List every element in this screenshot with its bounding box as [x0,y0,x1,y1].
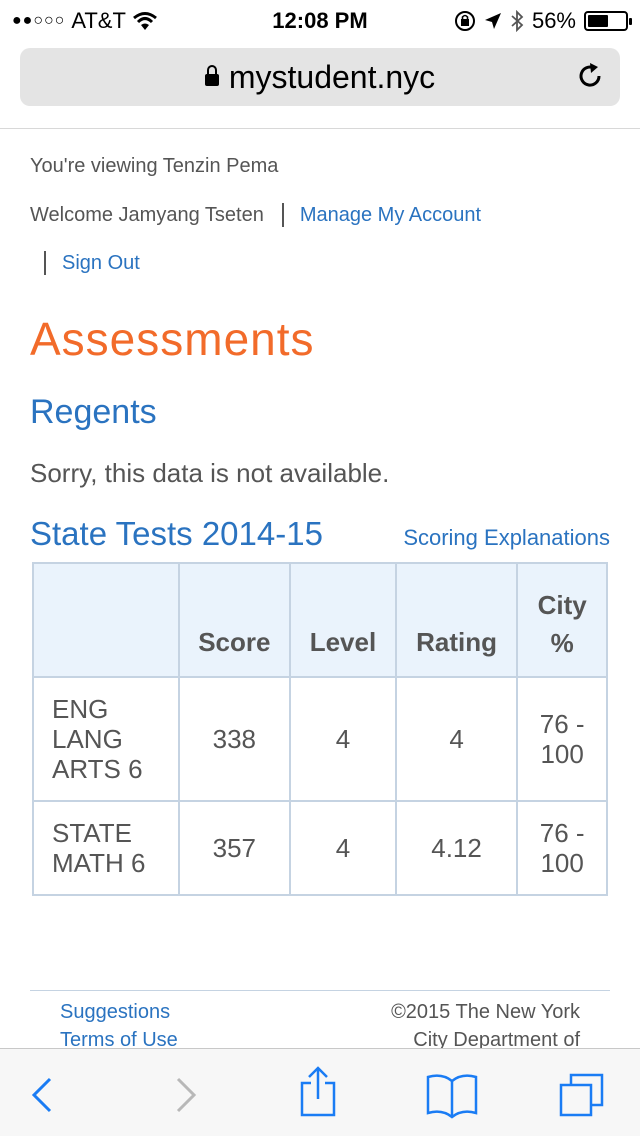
test-name-line: MATH 6 [52,848,146,878]
page-title: Assessments [30,313,315,365]
copyright-line: ©2015 The New York [391,1001,580,1023]
test-name-line: LANG [52,724,123,754]
header-rating: Rating [394,562,519,678]
score-cell: 338 [177,676,292,802]
footer-links: Suggestions Terms of Use [60,998,178,1054]
battery-level [588,15,608,27]
manage-account-link[interactable]: Manage My Account [300,204,481,227]
regents-heading: Regents [30,393,157,431]
table-row: STATE MATH 6 357 4 4.12 76 -100 [32,800,608,896]
footer-divider [30,990,610,991]
status-right: 56% [454,8,632,34]
browser-toolbar [0,1048,640,1136]
orientation-lock-icon [454,11,475,31]
battery-percent: 56% [531,8,576,33]
share-icon[interactable] [294,1065,342,1119]
header-city-line1: City [537,590,587,620]
rating-cell: 4 [394,676,519,802]
test-name-line: STATE [52,818,132,848]
scoring-explanations-link[interactable]: Scoring Explanations [403,525,610,551]
header-city-percent: City% [516,562,608,678]
copyright-text: ©2015 The New York City Department of [391,998,580,1054]
chevron-left-icon[interactable] [20,1071,68,1119]
suggestions-link[interactable]: Suggestions [60,998,178,1026]
city-percent-cell: 76 -100 [516,676,608,802]
url-display[interactable]: mystudent.nyc [20,59,620,96]
viewing-student-text: You're viewing Tenzin Pema [30,155,279,177]
level-cell: 4 [289,676,397,802]
level-cell: 4 [289,800,397,896]
header-level: Level [289,562,397,678]
tabs-icon[interactable] [558,1071,606,1119]
address-bar[interactable]: mystudent.nyc [20,48,620,106]
battery-icon [584,11,632,31]
state-tests-heading: State Tests 2014-15 [30,515,323,552]
header-divider [0,128,640,129]
state-tests-table: Score Level Rating City% ENG LANG ARTS 6 3… [32,562,608,896]
city-percent-line: 100 [540,739,584,769]
separator [281,203,284,227]
lock-icon [204,65,219,86]
url-text: mystudent.nyc [228,59,436,95]
city-percent-line: 100 [540,848,584,878]
rating-cell: 4.12 [394,800,519,896]
status-bar: ●●○○○ AT&T 12:08 PM 56% [0,0,640,40]
city-percent-line: 76 - [539,818,585,848]
bluetooth-icon [511,10,524,32]
score-cell: 357 [177,800,292,896]
test-name-cell: STATE MATH 6 [32,800,180,896]
test-name-line: ARTS 6 [52,754,143,784]
separator [44,251,46,275]
test-name-line: ENG [52,694,109,724]
location-arrow-icon [484,13,501,29]
reload-icon[interactable] [574,60,606,92]
book-icon[interactable] [424,1071,480,1119]
header-test [32,562,180,678]
test-name-cell: ENG LANG ARTS 6 [32,676,180,802]
welcome-text: Welcome Jamyang Tseten [30,203,264,226]
header-score: Score [177,562,292,678]
signout-row: Sign Out [44,251,140,275]
city-percent-line: 76 - [539,709,585,739]
regents-unavailable-message: Sorry, this data is not available. [30,458,390,488]
table-header-row: Score Level Rating City% [32,562,608,678]
welcome-row: Welcome Jamyang Tseten Manage My Account [30,203,481,227]
sign-out-link[interactable]: Sign Out [62,252,140,275]
table-row: ENG LANG ARTS 6 338 4 4 76 -100 [32,676,608,802]
header-city-line2: % [550,628,574,658]
city-percent-cell: 76 -100 [516,800,608,896]
chevron-right-icon[interactable] [160,1071,208,1119]
